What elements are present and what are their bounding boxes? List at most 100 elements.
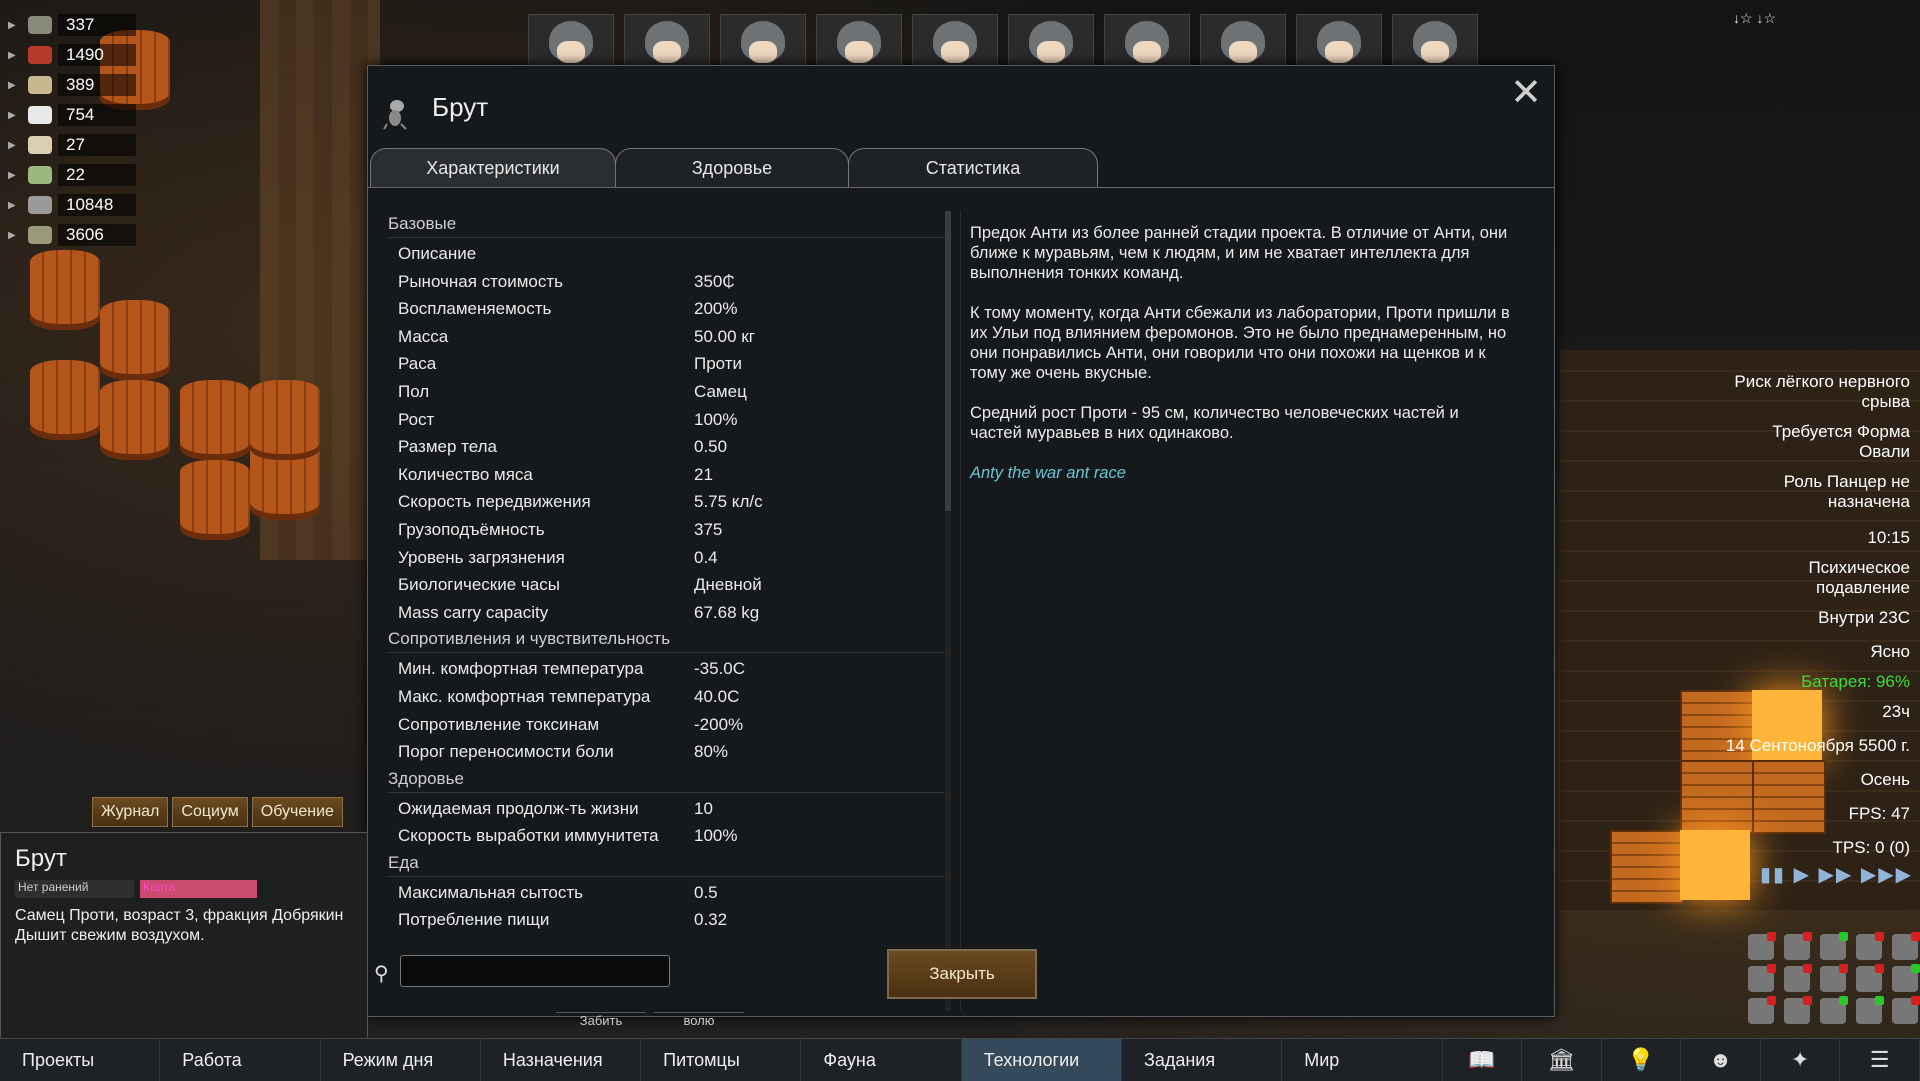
resource-row[interactable]: ▶ 27 <box>8 130 136 160</box>
resource-row[interactable]: ▶ 389 <box>8 70 136 100</box>
speed-controls[interactable]: ▮▮ ▶ ▶▶ ▶▶▶ <box>1760 862 1913 887</box>
expand-icon[interactable]: ▶ <box>8 20 20 31</box>
stat-row[interactable]: Воспламеняемость 200% <box>388 295 948 323</box>
build-icon[interactable] <box>1856 964 1884 992</box>
menu-world[interactable]: Мир <box>1282 1039 1443 1081</box>
slaughter-button[interactable]: Забить <box>556 1012 646 1028</box>
roof-icon[interactable] <box>1784 964 1812 992</box>
resource-row[interactable]: ▶ 22 <box>8 160 136 190</box>
colonist-portrait[interactable] <box>1200 14 1286 72</box>
stat-row[interactable]: Мин. комфортная температура -35.0C <box>388 655 948 683</box>
resource-row[interactable]: ▶ 10848 <box>8 190 136 220</box>
stat-row[interactable]: Рыночная стоимость 350₵ <box>388 268 948 296</box>
stat-row[interactable]: Уровень загрязнения 0.4 <box>388 544 948 572</box>
stat-row[interactable]: Рост 100% <box>388 406 948 434</box>
release-button[interactable]: волю <box>654 1012 744 1028</box>
ideology-icon[interactable]: ☻ <box>1681 1039 1761 1081</box>
stat-row[interactable]: Раса Проти <box>388 350 948 378</box>
search-input[interactable] <box>400 955 670 987</box>
alert-breakdown[interactable]: Риск лёгкого нервного срыва <box>1730 372 1910 412</box>
colonist-portrait[interactable] <box>720 14 806 72</box>
tab-health[interactable]: Здоровье <box>615 148 849 187</box>
list-icon[interactable] <box>1856 996 1884 1024</box>
stat-row[interactable]: Грузоподъёмность 375 <box>388 516 948 544</box>
stat-row[interactable]: Макс. комфортная температура 40.0C <box>388 683 948 711</box>
tab-social[interactable]: Социум <box>172 797 248 827</box>
auto-home-icon[interactable] <box>1784 932 1812 960</box>
stat-row[interactable]: Масса 50.00 кг <box>388 323 948 351</box>
colonist-portrait[interactable] <box>912 14 998 72</box>
stat-row[interactable]: Порог переносимости боли 80% <box>388 738 948 766</box>
expand-icon[interactable]: ▶ <box>8 80 20 91</box>
stats-scrollbar[interactable] <box>945 211 951 1011</box>
zone-icon[interactable] <box>1820 996 1848 1024</box>
expand-icon[interactable]: ▶ <box>8 50 20 61</box>
resource-row[interactable]: ▶ 1490 <box>8 40 136 70</box>
stat-row[interactable]: Скорость выработки иммунитета 100% <box>388 822 948 850</box>
tab-characteristics[interactable]: Характеристики <box>370 148 616 187</box>
tab-statistics[interactable]: Статистика <box>848 148 1098 187</box>
colonist-status: Дышит свежим воздухом. <box>15 927 205 944</box>
home-area-icon[interactable] <box>1748 964 1776 992</box>
colonist-portrait[interactable] <box>1104 14 1190 72</box>
stat-row[interactable]: Размер тела 0.50 <box>388 433 948 461</box>
grid-icon[interactable] <box>1892 964 1920 992</box>
alert-role[interactable]: Роль Панцер не назначена <box>1750 472 1910 512</box>
sort-icons[interactable]: ↓☆ ↓☆ <box>1733 10 1776 26</box>
zoom-icon[interactable] <box>1748 932 1776 960</box>
tab-training[interactable]: Обучение <box>251 797 343 827</box>
menu-research[interactable]: Технологии <box>961 1039 1122 1081</box>
colonist-portrait[interactable] <box>1392 14 1478 72</box>
expand-icon[interactable]: ▶ <box>8 230 20 241</box>
menu-projects[interactable]: Проекты <box>0 1039 161 1081</box>
menu-schedule[interactable]: Режим дня <box>321 1039 481 1081</box>
factions-icon[interactable]: 🏛 <box>1522 1039 1602 1081</box>
stat-row[interactable]: Максимальная сытость 0.5 <box>388 879 948 907</box>
menu-icon[interactable]: ☰ <box>1840 1039 1920 1081</box>
colonist-portrait[interactable] <box>1008 14 1094 72</box>
world-icon[interactable] <box>1820 964 1848 992</box>
tools-icon[interactable] <box>1892 996 1920 1024</box>
colonist-portrait[interactable] <box>1296 14 1382 72</box>
stat-row[interactable]: Mass carry capacity 67.68 kg <box>388 599 948 627</box>
close-button[interactable]: Закрыть <box>887 949 1037 999</box>
wrench-icon[interactable] <box>1892 932 1920 960</box>
stat-row[interactable]: Биологические часы Дневной <box>388 571 948 599</box>
expand-icon[interactable]: ▶ <box>8 110 20 121</box>
stat-row[interactable]: Пол Самец <box>388 378 948 406</box>
menu-assign[interactable]: Назначения <box>481 1039 642 1081</box>
map-badge[interactable]: Карта <box>140 880 257 898</box>
stat-row[interactable]: Ожидаемая продолж-ть жизни 10 <box>388 795 948 823</box>
colonist-portrait[interactable] <box>528 14 614 72</box>
book-icon[interactable]: 📖 <box>1443 1039 1523 1081</box>
lock-icon[interactable] <box>1784 996 1812 1024</box>
tab-log[interactable]: Журнал <box>92 797 169 827</box>
scrollbar-thumb[interactable] <box>945 211 951 511</box>
resource-count: 337 <box>58 14 136 36</box>
expand-icon[interactable]: ▶ <box>8 140 20 151</box>
colonist-portrait[interactable] <box>816 14 902 72</box>
menu-quests[interactable]: Задания <box>1122 1039 1283 1081</box>
menu-animals[interactable]: Питомцы <box>641 1039 802 1081</box>
stat-row[interactable]: Количество мяса 21 <box>388 461 948 489</box>
ideas-icon[interactable]: 💡 <box>1602 1039 1682 1081</box>
colonist-portrait[interactable] <box>624 14 710 72</box>
expand-icon[interactable]: ▶ <box>8 200 20 211</box>
resource-row[interactable]: ▶ 754 <box>8 100 136 130</box>
resource-row[interactable]: ▶ 337 <box>8 10 136 40</box>
expand-icon[interactable]: ▶ <box>8 170 20 181</box>
royalty-icon[interactable]: ✦ <box>1761 1039 1841 1081</box>
resource-readout-icon[interactable] <box>1820 932 1848 960</box>
beauty-icon[interactable] <box>1748 996 1776 1024</box>
menu-work[interactable]: Работа <box>160 1039 321 1081</box>
mod-source-link[interactable]: Anty the war ant race <box>970 463 1510 483</box>
menu-wildlife[interactable]: Фауна <box>801 1039 962 1081</box>
stat-row[interactable]: Скорость передвижения 5.75 кл/с <box>388 488 948 516</box>
stat-row[interactable]: Описание <box>388 240 948 268</box>
stat-row[interactable]: Сопротивление токсинам -200% <box>388 711 948 739</box>
stat-row[interactable]: Потребление пищи 0.32 <box>388 906 948 934</box>
resource-row[interactable]: ▶ 3606 <box>8 220 136 250</box>
close-icon[interactable]: ✕ <box>1510 70 1542 115</box>
alert-uniform[interactable]: Требуется Форма Овали <box>1750 422 1910 462</box>
temperature-icon[interactable] <box>1856 932 1884 960</box>
